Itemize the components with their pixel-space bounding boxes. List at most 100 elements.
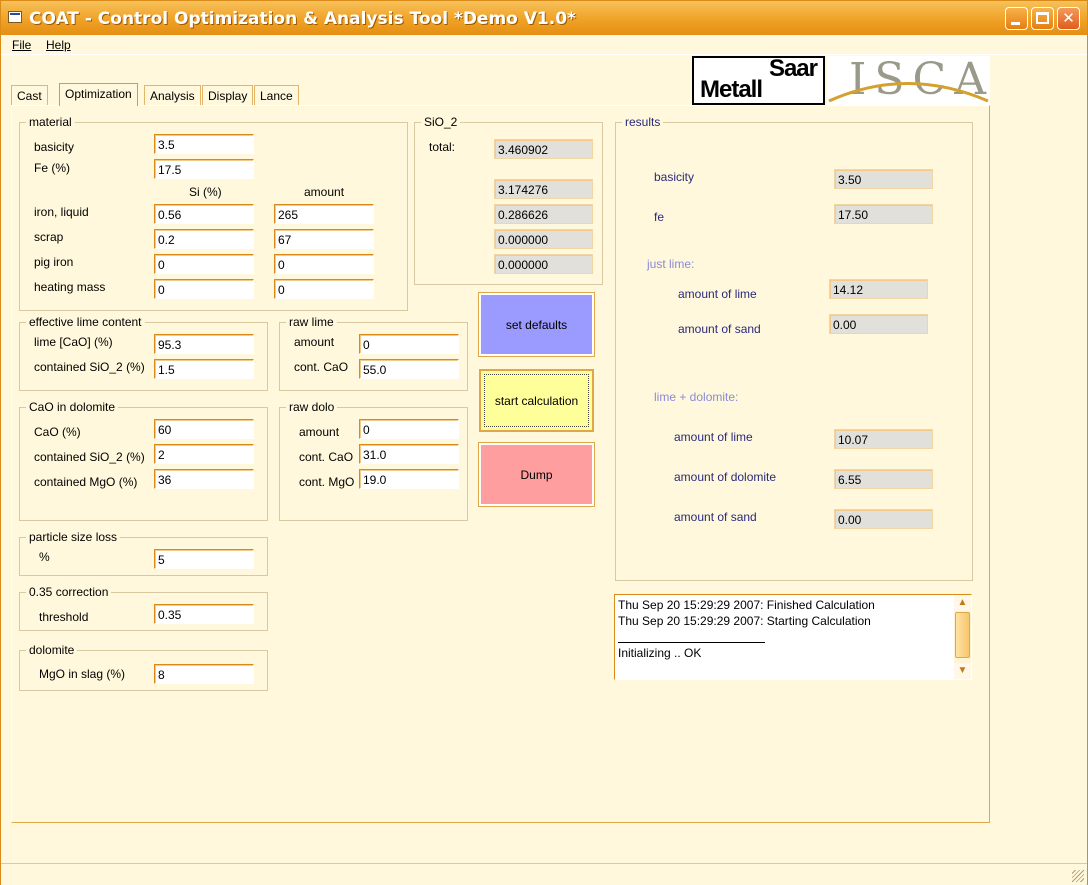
log-separator xyxy=(618,642,765,643)
tab-cast[interactable]: Cast xyxy=(11,85,48,105)
close-button[interactable]: ✕ xyxy=(1057,7,1080,30)
dolomite-title: dolomite xyxy=(26,643,78,657)
start-calculation-button[interactable]: start calculation xyxy=(479,369,594,432)
result-basicity-value: 3.50 xyxy=(834,169,933,189)
results-title: results xyxy=(622,115,664,129)
menu-help[interactable]: Help xyxy=(46,38,71,52)
sio2-heating-mass-value: 0.000000 xyxy=(494,254,593,274)
menu-file[interactable]: File xyxy=(12,38,31,52)
saarmetall-logo-line1: Saar xyxy=(768,55,818,82)
scroll-thumb[interactable] xyxy=(955,612,970,658)
sio2-total-value: 3.460902 xyxy=(494,139,593,159)
dump-label: Dump xyxy=(520,467,553,482)
isca-swoosh-icon xyxy=(828,82,989,103)
lime-dolomite-lime-value: 10.07 xyxy=(834,429,933,449)
pig-iron-amount-input[interactable]: 0 xyxy=(274,254,374,274)
raw-dolo-title: raw dolo xyxy=(286,400,338,414)
raw-lime-group: raw lime xyxy=(279,315,468,391)
lime-dolomite-lime-label: amount of lime xyxy=(674,430,753,444)
particle-size-input[interactable]: 5 xyxy=(154,549,254,569)
tab-optimization[interactable]: Optimization xyxy=(59,83,138,106)
fe-input[interactable]: 17.5 xyxy=(154,159,254,179)
iron-liquid-label: iron, liquid xyxy=(34,205,89,219)
lime-cao-input[interactable]: 95.3 xyxy=(154,334,254,354)
scroll-down-icon[interactable]: ▼ xyxy=(954,663,971,679)
raw-lime-cao-input[interactable]: 55.0 xyxy=(359,359,459,379)
dolomite-sio2-label: contained SiO_2 (%) xyxy=(34,450,145,464)
resize-grip-icon[interactable] xyxy=(1072,870,1084,882)
raw-dolo-cao-label: cont. CaO xyxy=(299,450,354,464)
just-lime-lime-label: amount of lime xyxy=(678,287,757,301)
result-fe-value: 17.50 xyxy=(834,204,933,224)
heating-mass-amount-input[interactable]: 0 xyxy=(274,279,374,299)
raw-lime-title: raw lime xyxy=(286,315,337,329)
particle-size-label: % xyxy=(39,550,50,564)
raw-dolo-cao-input[interactable]: 31.0 xyxy=(359,444,459,464)
title-bar[interactable]: COAT - Control Optimization & Analysis T… xyxy=(1,1,1087,35)
raw-dolo-amount-input[interactable]: 0 xyxy=(359,419,459,439)
sio2-scrap-value: 0.286626 xyxy=(494,204,593,224)
pig-iron-si-input[interactable]: 0 xyxy=(154,254,254,274)
sio2-pig-iron-value: 0.000000 xyxy=(494,229,593,249)
dolomite-cao-label: CaO (%) xyxy=(34,425,81,439)
log-line: Thu Sep 20 15:29:29 2007: Starting Calcu… xyxy=(618,614,871,628)
tab-analysis[interactable]: Analysis xyxy=(144,85,201,105)
sio2-iron-liquid-value: 3.174276 xyxy=(494,179,593,199)
log-textarea[interactable]: Thu Sep 20 15:29:29 2007: Finished Calcu… xyxy=(614,594,972,680)
saarmetall-logo-line2: Metall xyxy=(700,76,763,103)
cao-dolomite-title: CaO in dolomite xyxy=(26,400,119,414)
scrap-amount-input[interactable]: 67 xyxy=(274,229,374,249)
start-calculation-label: start calculation xyxy=(494,393,579,408)
mgo-slag-input[interactable]: 8 xyxy=(154,664,254,684)
raw-dolo-mgo-input[interactable]: 19.0 xyxy=(359,469,459,489)
log-scrollbar[interactable]: ▲ ▼ xyxy=(954,595,971,679)
iron-liquid-amount-input[interactable]: 265 xyxy=(274,204,374,224)
minimize-icon xyxy=(1011,22,1020,25)
maximize-button[interactable] xyxy=(1031,7,1054,30)
iron-liquid-si-input[interactable]: 0.56 xyxy=(154,204,254,224)
tab-display[interactable]: Display xyxy=(202,85,254,105)
lime-sio2-input[interactable]: 1.5 xyxy=(154,359,254,379)
lime-sio2-label: contained SiO_2 (%) xyxy=(34,360,145,374)
menu-help-label: Help xyxy=(46,38,71,52)
window-title: COAT - Control Optimization & Analysis T… xyxy=(29,9,576,29)
raw-dolo-mgo-label: cont. MgO xyxy=(299,475,355,489)
scrap-si-input[interactable]: 0.2 xyxy=(154,229,254,249)
material-title: material xyxy=(26,115,75,129)
dolomite-cao-input[interactable]: 60 xyxy=(154,419,254,439)
raw-lime-amount-label: amount xyxy=(294,335,335,349)
just-lime-lime-value: 14.12 xyxy=(829,279,928,299)
saarmetall-logo: Saar Metall xyxy=(692,56,825,105)
dump-button[interactable]: Dump xyxy=(478,442,595,507)
lime-dolomite-dolo-value: 6.55 xyxy=(834,469,933,489)
scroll-up-icon[interactable]: ▲ xyxy=(954,595,971,611)
menu-bar: File Help xyxy=(1,35,1087,55)
amount-column-header: amount xyxy=(304,185,345,199)
menu-file-label: File xyxy=(12,38,32,52)
dolomite-mgo-label: contained MgO (%) xyxy=(34,475,138,489)
basicity-input[interactable]: 3.5 xyxy=(154,134,254,154)
app-window: COAT - Control Optimization & Analysis T… xyxy=(0,0,1088,885)
threshold-input[interactable]: 0.35 xyxy=(154,604,254,624)
log-line: Thu Sep 20 15:29:29 2007: Finished Calcu… xyxy=(618,598,875,612)
si-column-header: Si (%) xyxy=(189,185,222,199)
raw-lime-cao-label: cont. CaO xyxy=(294,360,349,374)
pig-iron-label: pig iron xyxy=(34,255,74,269)
set-defaults-button[interactable]: set defaults xyxy=(478,292,595,357)
dolomite-mgo-input[interactable]: 36 xyxy=(154,469,254,489)
sio2-total-label: total: xyxy=(429,140,456,154)
dolomite-sio2-input[interactable]: 2 xyxy=(154,444,254,464)
raw-lime-amount-input[interactable]: 0 xyxy=(359,334,459,354)
tab-lance[interactable]: Lance xyxy=(254,85,299,105)
lime-dolomite-heading: lime + dolomite: xyxy=(654,390,739,404)
maximize-icon xyxy=(1036,12,1049,24)
minimize-button[interactable] xyxy=(1005,7,1028,30)
app-icon[interactable] xyxy=(8,11,22,23)
isca-logo: ISCA xyxy=(827,56,990,105)
result-basicity-label: basicity xyxy=(654,170,695,184)
heating-mass-si-input[interactable]: 0 xyxy=(154,279,254,299)
set-defaults-label: set defaults xyxy=(505,317,568,332)
scrap-label: scrap xyxy=(34,230,64,244)
log-line: Initializing .. OK xyxy=(618,646,702,660)
basicity-label: basicity xyxy=(34,140,75,154)
